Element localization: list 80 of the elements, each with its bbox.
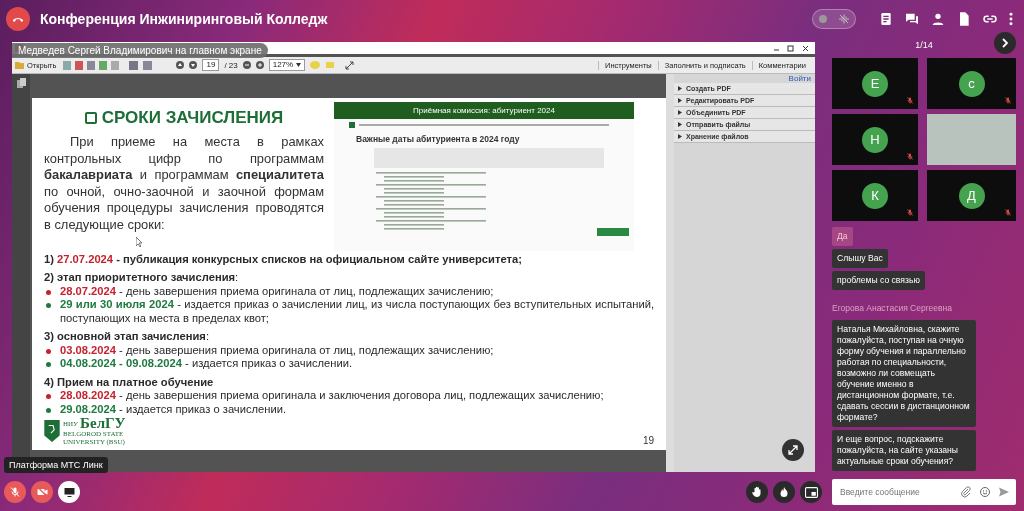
avatar-initial: К [862, 182, 888, 209]
chevron-right-icon [1001, 38, 1009, 48]
mouse-cursor-icon [136, 237, 143, 247]
noise-toggle[interactable] [812, 9, 856, 29]
notes-icon[interactable] [878, 11, 894, 27]
platform-tooltip: Платформа МТС Линк [4, 457, 108, 473]
expand-triangle-icon [678, 134, 682, 139]
expand-icon [788, 445, 798, 455]
dropdown-caret-icon [296, 63, 302, 67]
expand-triangle-icon [678, 122, 682, 127]
person-icon[interactable] [930, 11, 946, 27]
page-down-icon[interactable] [189, 61, 198, 69]
schedule-item: 29 или 30 июля 2024 - издается приказ о зачислении лиц, из числа поступающих без вступительных испытаний, поступающих на места в пределах квот; [60, 298, 654, 325]
camera-off-icon [35, 486, 49, 498]
next-page-button[interactable] [994, 32, 1016, 54]
conference-title: Конференция Инжиниринговый Колледж [40, 11, 328, 27]
screen-share-button[interactable] [58, 481, 80, 503]
expand-triangle-icon [678, 86, 682, 91]
message-input[interactable]: Введите сообщение [838, 486, 953, 498]
send-icon[interactable] [998, 486, 1010, 498]
page-number: 19 [642, 435, 654, 446]
checkbox-bullet-icon [84, 112, 97, 124]
avatar-initial: Е [862, 70, 888, 97]
logo-name: БелГУ [80, 416, 126, 431]
picture-in-picture-button[interactable] [800, 481, 822, 503]
avatar-initial: Д [958, 182, 985, 209]
muted-microphone-icon [9, 486, 21, 498]
website-heading: Важные даты абитуриента в 2024 году [356, 134, 520, 144]
expand-triangle-icon [678, 110, 682, 115]
schedule-item: 04.08.2024 - 09.08.2024 - издается приказ о зачислении. [60, 357, 354, 371]
chat-message: Наталья Михайловна, скажите пожалуйста, поступая на очную форму обучения и параллельно работая по специальности, возможно ли совмещать обучение именно в дистанционном формате, т.е. сдавать сессии в дистанционном формате? [832, 320, 976, 427]
scrollbar[interactable] [666, 74, 674, 472]
schedule-heading: 4) Прием на платное обучение [44, 375, 215, 389]
message-composer[interactable]: Введите сообщение [832, 479, 1016, 505]
zoom-field[interactable]: 127% [268, 59, 306, 71]
video-tile[interactable] [927, 114, 1016, 165]
schedule-heading: 2) этап приоритетного зачисления: [44, 271, 240, 285]
zoom-in-icon[interactable] [255, 61, 264, 69]
paperclip-icon[interactable] [960, 486, 972, 498]
hang-up-button[interactable] [6, 7, 30, 31]
reaction-button[interactable] [773, 481, 795, 503]
folder-icon [15, 61, 24, 69]
intro-paragraph: При приеме на места в рамках контрольных цифр по программам бакалавриата и программам специалитета по очной, очно-заочной и заочной формам обучения процедуры зачисления проводятся в следующие сроки: [44, 134, 324, 233]
university-crest-icon [44, 420, 60, 442]
zoom-out-icon[interactable] [242, 61, 251, 69]
slide-title: СРОКИ ЗАЧИСЛЕНИЯ [101, 108, 284, 128]
schedule-item: 28.07.2024 - день завершения приема оригинала от лиц, подлежащих зачислению; [60, 284, 495, 298]
emoji-icon[interactable] [979, 486, 991, 498]
schedule-heading: 3) основной этап зачисления: [44, 330, 210, 344]
chat-message: И еще вопрос, подскажите пожалуйста, на сайте указаны актуальные сроки обучения? [832, 430, 976, 471]
schedule-item: 1) 27.07.2024 - публикация конкурсных списков на официальном сайте университета; [44, 252, 523, 266]
picture-in-picture-icon [804, 486, 818, 498]
microphone-button[interactable] [4, 481, 26, 503]
pages-icon[interactable] [16, 78, 26, 88]
sender-name: Егорова Анастасия Сергеевна [832, 303, 952, 313]
hand-icon [751, 486, 763, 498]
schedule-item: 28.08.2024 - день завершения приема оригинала и заключения договора лиц, подлежащих зачислению; [60, 389, 605, 403]
more-icon[interactable] [1008, 11, 1014, 27]
flame-icon [778, 486, 790, 498]
login-link[interactable]: Войти [784, 74, 815, 83]
chat-message: Да [832, 227, 853, 246]
fullscreen-icon[interactable] [345, 60, 355, 70]
camera-button[interactable] [31, 481, 53, 503]
schedule-item: 29.08.2024 - издается приказ о зачислении. [60, 402, 288, 416]
expand-triangle-icon [678, 98, 682, 103]
avatar-initial: Н [862, 126, 888, 153]
chat-message: проблемы со связью [832, 271, 925, 290]
page-field[interactable]: 19 [202, 59, 220, 71]
chat-message: Слышу Вас [832, 249, 888, 268]
chat-icon[interactable] [904, 11, 920, 27]
raise-hand-button[interactable] [746, 481, 768, 503]
avatar-initial: с [958, 70, 985, 97]
participants-page: 1/14 [915, 40, 933, 50]
presenter-label: Медведев Сергей Владимирович на главном экране [12, 43, 268, 58]
page-total: / 23 [224, 60, 238, 70]
monitor-icon [62, 486, 76, 498]
website-header: Приёмная комиссия: абитуриент 2024 [334, 102, 634, 119]
page-up-icon[interactable] [176, 61, 185, 69]
schedule-item: 03.08.2024 - день завершения приема оригинала от лиц, подлежащих зачислению; [60, 343, 495, 357]
waveform-icon [837, 13, 850, 25]
